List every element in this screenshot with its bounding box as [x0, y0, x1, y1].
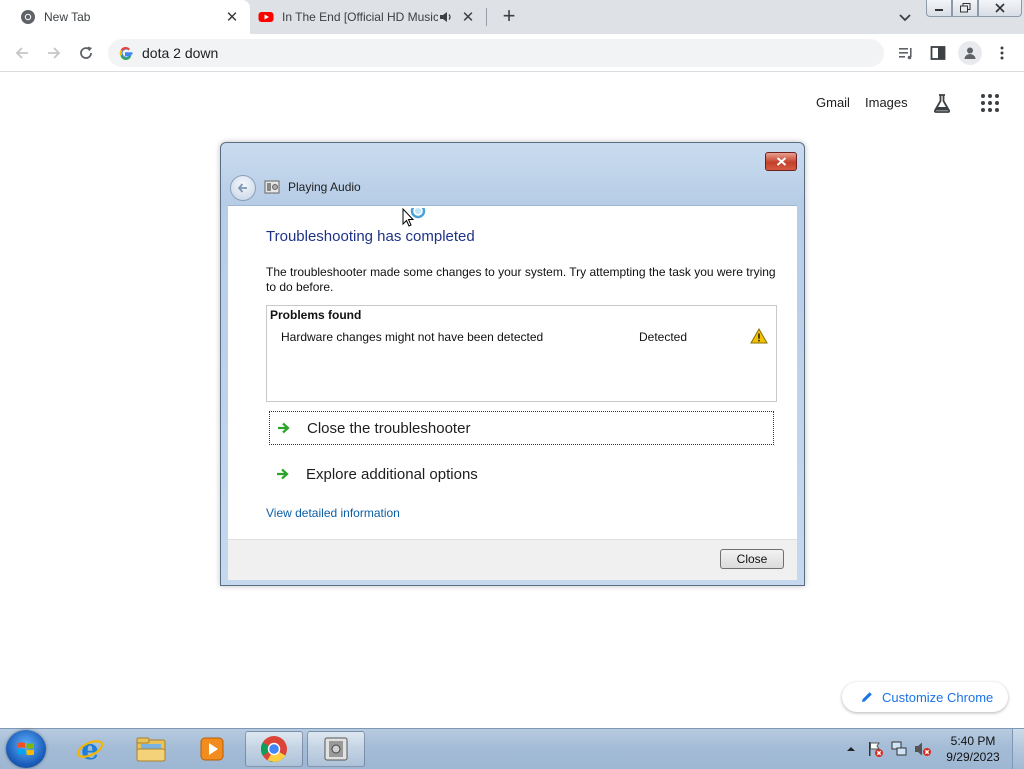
busy-cursor-icon [402, 208, 426, 227]
pencil-icon [862, 692, 872, 702]
option-label: Explore additional options [306, 465, 478, 483]
problems-header: Problems found [270, 308, 362, 322]
taskbar-internet-explorer[interactable]: e [61, 731, 119, 767]
view-detailed-information-link[interactable]: View detailed information [266, 506, 400, 520]
windows-taskbar: e 5:40 PM 9/29/2023 [0, 728, 1024, 769]
images-link[interactable]: Images [865, 95, 908, 110]
reload-button[interactable] [75, 42, 97, 64]
address-bar[interactable]: dota 2 down [108, 39, 884, 67]
dialog-back-button[interactable] [230, 175, 256, 201]
browser-toolbar: dota 2 down [0, 34, 1024, 72]
customize-chrome-button[interactable]: Customize Chrome [842, 682, 1008, 712]
clock-date: 9/29/2023 [946, 750, 1000, 764]
reading-list-button[interactable] [896, 43, 916, 63]
restore-button[interactable] [952, 0, 978, 17]
minimize-button[interactable] [926, 0, 952, 17]
flag-error-icon [869, 742, 883, 757]
chrome-menu-button[interactable] [992, 43, 1012, 63]
close-troubleshooter-option[interactable]: Close the troubleshooter [269, 411, 774, 445]
option-label: Close the troubleshooter [307, 419, 471, 437]
person-icon [964, 47, 976, 59]
chevron-down-icon[interactable] [896, 8, 914, 26]
taskbar-chrome[interactable] [245, 731, 303, 767]
troubleshooter-dialog: Playing Audio Troubleshooting has comple… [220, 142, 805, 586]
close-icon [995, 3, 1005, 13]
tab-separator [486, 8, 487, 26]
side-panel-button[interactable] [928, 43, 948, 63]
taskbar-clock[interactable]: 5:40 PM 9/29/2023 [938, 733, 1008, 765]
problems-list: Problems found Hardware changes might no… [266, 305, 777, 402]
tab-close-icon[interactable]: ✕ [224, 8, 240, 26]
dialog-description: The troubleshooter made some changes to … [266, 265, 776, 294]
tab-close-icon[interactable]: ✕ [460, 8, 476, 26]
audio-playing-icon[interactable] [438, 9, 454, 25]
warning-icon [750, 328, 768, 344]
restore-icon [959, 3, 970, 13]
profile-avatar[interactable] [958, 41, 982, 65]
windows-logo-icon [18, 742, 34, 756]
svg-text:e: e [81, 734, 99, 764]
chevron-up-icon [847, 747, 855, 751]
playlist-icon [899, 48, 912, 60]
media-player-icon [200, 737, 224, 761]
close-icon [776, 157, 786, 166]
new-tab-button[interactable]: + [499, 5, 519, 27]
tab-title: In The End [Official HD Music Video] - L… [282, 10, 438, 24]
problem-status: Detected [639, 330, 688, 344]
volume-tray-icon[interactable] [914, 740, 932, 758]
forward-button[interactable] [43, 42, 65, 64]
explore-options-option[interactable]: Explore additional options [269, 457, 774, 491]
dialog-title: Playing Audio [288, 180, 361, 194]
arrow-left-icon [15, 47, 28, 59]
dialog-body: Troubleshooting has completed The troubl… [228, 205, 797, 540]
clock-time: 5:40 PM [950, 734, 996, 748]
start-button[interactable] [6, 730, 46, 768]
window-close-button[interactable] [978, 0, 1022, 17]
more-vert-icon [1000, 46, 1004, 60]
volume-muted-icon [915, 742, 931, 756]
taskbar-troubleshooter[interactable] [307, 731, 365, 767]
tab-new-tab[interactable]: New Tab ✕ [0, 0, 250, 34]
dialog-close-button[interactable] [765, 152, 797, 171]
green-arrow-icon [277, 468, 289, 480]
dialog-footer: Close [228, 539, 797, 580]
tab-title: New Tab [44, 10, 91, 24]
apps-grid-icon[interactable] [979, 92, 1001, 114]
google-icon [119, 46, 133, 60]
youtube-icon [258, 12, 274, 22]
network-icon [891, 741, 907, 756]
green-arrow-icon [278, 422, 290, 434]
chrome-icon [21, 10, 35, 24]
tab-youtube[interactable]: In The End [Official HD Music Video] - L… [250, 0, 486, 34]
close-button[interactable]: Close [720, 549, 784, 569]
network-tray-icon[interactable] [890, 740, 908, 758]
labs-flask-icon[interactable] [931, 92, 953, 114]
file-explorer-icon [136, 737, 166, 762]
tab-strip: New Tab ✕ In The End [Official HD Music … [0, 0, 1024, 34]
back-button[interactable] [11, 42, 33, 64]
show-hidden-icons-button[interactable] [842, 740, 860, 758]
customize-label: Customize Chrome [882, 689, 994, 705]
taskbar-media-player[interactable] [183, 731, 241, 767]
action-center-tray-icon[interactable] [866, 740, 884, 758]
arrow-left-icon [237, 183, 247, 193]
troubleshooter-icon [324, 737, 348, 761]
dialog-heading: Troubleshooting has completed [266, 228, 475, 245]
address-text: dota 2 down [142, 45, 219, 61]
reload-icon [80, 46, 92, 59]
internet-explorer-icon: e [76, 734, 104, 764]
system-tray [842, 729, 938, 769]
side-panel-icon [930, 46, 946, 60]
taskbar-file-explorer[interactable] [122, 731, 180, 767]
gmail-link[interactable]: Gmail [816, 95, 850, 110]
minimize-icon [935, 9, 943, 11]
show-desktop-button[interactable] [1012, 729, 1024, 769]
problem-name: Hardware changes might not have been det… [281, 330, 544, 344]
speaker-device-icon [264, 180, 280, 194]
chrome-icon [260, 736, 287, 763]
window-controls [926, 0, 1022, 17]
arrow-right-icon [48, 47, 61, 59]
